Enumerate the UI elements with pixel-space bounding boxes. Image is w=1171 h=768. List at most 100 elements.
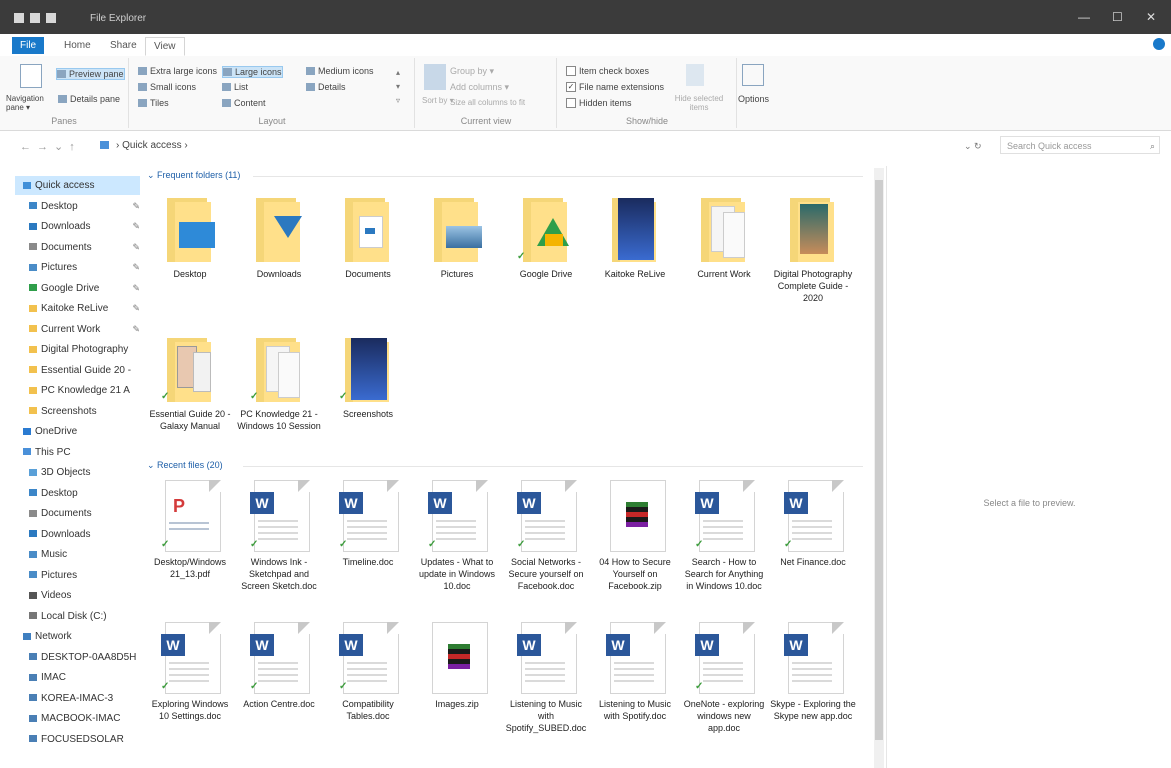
folder-item[interactable]: Pictures [414, 194, 500, 280]
sidebar-item[interactable]: Downloads ✎ [15, 217, 146, 236]
folder-item[interactable]: ✓ Google Drive [503, 194, 589, 280]
sidebar-item[interactable]: Network [15, 627, 140, 646]
sidebar-item[interactable]: Screenshots [15, 402, 146, 421]
sidebar-item[interactable]: Downloads [15, 525, 146, 544]
sidebar-item[interactable]: 3D Objects [15, 463, 146, 482]
sidebar-item[interactable]: Documents [15, 504, 146, 523]
size-columns-button[interactable]: Size all columns to fit [450, 98, 525, 107]
layout-medium-icons[interactable]: Medium icons [306, 66, 374, 76]
sidebar-item[interactable]: DESKTOP-0AA8D5H [15, 648, 146, 667]
sidebar-item[interactable]: Local Disk (C:) [15, 607, 146, 626]
folder-icon [29, 489, 37, 497]
sidebar-item[interactable]: Pictures [15, 566, 146, 585]
file-item[interactable]: W ✓ Timeline.doc [325, 478, 411, 568]
file-item[interactable]: W ✓ OneNote - exploring windows new app.do… [681, 620, 767, 734]
navigation-pane-button[interactable]: Navigation pane ▾ [6, 94, 46, 112]
tab-home[interactable]: Home [56, 37, 99, 54]
maximize-button[interactable]: ☐ [1112, 10, 1123, 24]
layout-scroll-arrows[interactable]: ▴ ▾ ▿ [396, 66, 400, 108]
sidebar-item[interactable]: Music [15, 545, 146, 564]
sidebar-item[interactable]: Essential Guide 20 - [15, 361, 146, 380]
file-extensions-toggle[interactable]: ✓ File name extensions [566, 82, 664, 92]
layout-extra-large-icons[interactable]: Extra large icons [138, 66, 217, 76]
sidebar-item[interactable]: OneDrive [15, 422, 140, 441]
item-checkboxes-toggle[interactable]: Item check boxes [566, 66, 649, 76]
sidebar-item[interactable]: Desktop [15, 484, 146, 503]
file-item[interactable]: W Skype - Exploring the Skype new app.doc [770, 620, 856, 722]
details-pane-button[interactable]: Details pane [58, 94, 120, 104]
sidebar-item[interactable]: Quick access [15, 176, 140, 195]
file-item[interactable]: W ✓ Exploring Windows 10 Settings.doc [147, 620, 233, 722]
vertical-scrollbar[interactable] [874, 168, 884, 768]
recent-files-header[interactable]: ⌄ Recent files (20) [147, 460, 223, 471]
file-item[interactable]: W ✓ Social Networks - Secure yourself on F… [503, 478, 589, 592]
pdf-document-icon: P ✓ [159, 478, 221, 552]
sidebar-item[interactable]: Digital Photography [15, 340, 146, 359]
file-item[interactable]: W ✓ Net Finance.doc [770, 478, 856, 568]
preview-pane-button[interactable]: Preview pane [56, 68, 125, 80]
layout-tiles[interactable]: Tiles [138, 98, 169, 108]
layout-small-icons[interactable]: Small icons [138, 82, 196, 92]
navigation-arrows[interactable]: ←→⌄↑ [20, 140, 81, 153]
file-name: Social Networks - Secure yourself on Fac… [508, 557, 584, 591]
search-input[interactable]: Search Quick access [1000, 136, 1160, 154]
hidden-items-toggle[interactable]: Hidden items [566, 98, 632, 108]
sidebar-item[interactable]: Kaitoke ReLive ✎ [15, 299, 146, 318]
navigation-pane-icon[interactable] [20, 64, 42, 88]
layout-large-icons[interactable]: Large icons [222, 66, 283, 78]
folder-item[interactable]: Digital Photography Complete Guide - 202… [770, 194, 856, 304]
folder-item[interactable]: Current Work [681, 194, 767, 280]
sidebar-item[interactable]: KOREA-IMAC-3 [15, 689, 146, 708]
folder-item[interactable]: Documents [325, 194, 411, 280]
layout-list[interactable]: List [222, 82, 248, 92]
folder-item[interactable]: Downloads [236, 194, 322, 280]
file-item[interactable]: W Listening to Music with Spotify_SUBED.d… [503, 620, 589, 734]
sidebar-item[interactable]: MACBOOK-IMAC [15, 709, 146, 728]
folder-item[interactable]: Desktop [147, 194, 233, 280]
file-item[interactable]: W ✓ Windows Ink - Sketchpad and Screen Ske… [236, 478, 322, 592]
sidebar-item[interactable]: Videos [15, 586, 146, 605]
add-columns-button[interactable]: Add columns ▾ [450, 82, 509, 93]
close-button[interactable]: ✕ [1146, 10, 1156, 24]
sort-by-button[interactable]: Sort by ▾ [422, 96, 454, 105]
sidebar-item[interactable]: Documents ✎ [15, 238, 146, 257]
hide-selected-button[interactable]: Hide selected items [670, 94, 728, 112]
scrollbar-thumb[interactable] [875, 180, 883, 740]
sidebar-item[interactable]: IMAC [15, 668, 146, 687]
group-by-button[interactable]: Group by ▾ [450, 66, 494, 77]
sidebar-item[interactable]: Desktop ✎ [15, 197, 146, 216]
sidebar-item[interactable]: This PC [15, 443, 140, 462]
file-item[interactable]: W ✓ Compatibility Tables.doc [325, 620, 411, 722]
folder-item[interactable]: ✓ Screenshots [325, 334, 411, 420]
folder-item[interactable]: ✓ PC Knowledge 21 - Windows 10 Session [236, 334, 322, 432]
folder-icon [248, 194, 310, 264]
file-item[interactable]: 04 How to Secure Yourself on Facebook.zi… [592, 478, 678, 592]
tab-share[interactable]: Share [102, 37, 145, 54]
file-item[interactable]: W Listening to Music with Spotify.doc [592, 620, 678, 722]
layout-details[interactable]: Details [306, 82, 346, 92]
folder-icon [29, 202, 37, 210]
help-icon[interactable] [1153, 38, 1165, 50]
file-item[interactable]: W ✓ Search - How to Search for Anything in… [681, 478, 767, 592]
sidebar-item[interactable]: FOCUSEDSOLAR [15, 730, 146, 749]
options-button[interactable]: Options [738, 60, 770, 120]
minimize-button[interactable]: — [1078, 10, 1090, 24]
tab-file[interactable]: File [12, 37, 45, 54]
frequent-folders-header[interactable]: ⌄ Frequent folders (11) [147, 170, 240, 181]
folder-item[interactable]: Kaitoke ReLive [592, 194, 678, 280]
folder-item[interactable]: ✓ Essential Guide 20 - Galaxy Manual [147, 334, 233, 432]
layout-content[interactable]: Content [222, 98, 266, 108]
pin-icon: ✎ [132, 241, 140, 252]
quick-access-toolbar[interactable] [14, 13, 56, 23]
sidebar-item[interactable]: PC Knowledge 21 A [15, 381, 146, 400]
breadcrumb[interactable]: › Quick access › [116, 140, 188, 151]
file-item[interactable]: P ✓ Desktop/Windows 21_13.pdf [147, 478, 233, 580]
file-item[interactable]: Images.zip [414, 620, 500, 710]
sidebar-item[interactable]: Google Drive ✎ [15, 279, 146, 298]
sidebar-item[interactable]: Current Work ✎ [15, 320, 146, 339]
refresh-icon[interactable]: ⌄ ↻ [964, 141, 982, 152]
tab-view[interactable]: View [145, 37, 185, 56]
file-item[interactable]: W ✓ Action Centre.doc [236, 620, 322, 710]
sidebar-item[interactable]: Pictures ✎ [15, 258, 146, 277]
file-item[interactable]: W ✓ Updates - What to update in Windows 10… [414, 478, 500, 592]
